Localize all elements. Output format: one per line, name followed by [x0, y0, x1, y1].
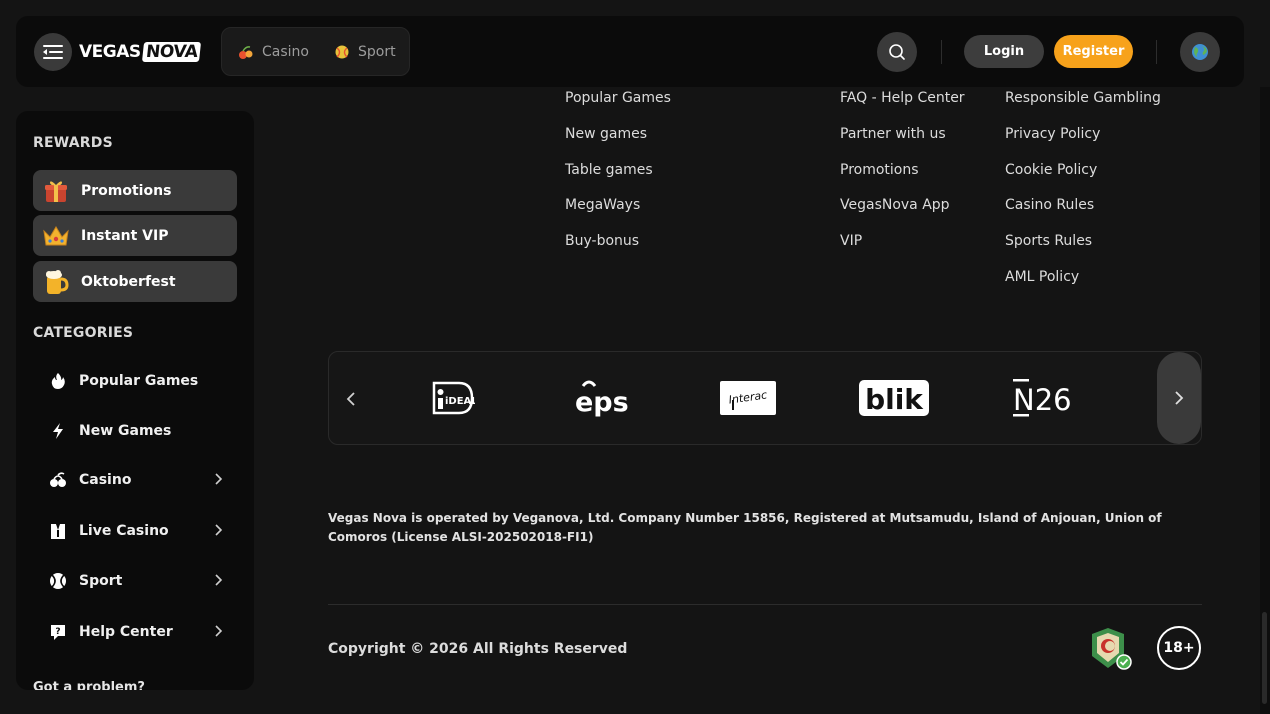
footer-link[interactable]: FAQ - Help Center	[840, 90, 965, 106]
cherries-icon	[45, 471, 71, 489]
ideal-logo: iDEAL	[431, 378, 475, 418]
n26-label: N26	[1013, 383, 1072, 417]
footer-link[interactable]: Partner with us	[840, 126, 946, 142]
footer-link[interactable]: Popular Games	[565, 90, 671, 106]
sidebar-item-sport[interactable]: Sport	[33, 561, 237, 601]
beer-icon	[41, 267, 71, 297]
crown-icon	[41, 221, 71, 251]
copyright-text: Copyright © 2026 All Rights Reserved	[328, 641, 628, 657]
license-seal-icon[interactable]	[1088, 626, 1134, 672]
footer-link[interactable]: AML Policy	[1005, 269, 1079, 285]
carousel-next-button[interactable]	[1157, 352, 1201, 444]
sidebar-item-new-games[interactable]: New Games	[33, 411, 237, 451]
age-restriction-badge: 18+	[1157, 626, 1201, 670]
n26-logo: N26	[1011, 378, 1073, 418]
sidebar-item-instant-vip[interactable]: Instant VIP	[33, 215, 237, 256]
sidebar-item-label: Oktoberfest	[81, 273, 176, 290]
carousel-prev-button[interactable]	[339, 382, 363, 416]
logo-text-nova: NOVA	[141, 42, 202, 62]
chevron-right-icon	[215, 625, 223, 637]
sidebar-item-label: Instant VIP	[81, 227, 169, 244]
gift-icon	[41, 176, 71, 206]
payment-methods-carousel: iDEAL eps Interac blik N26	[328, 351, 1202, 445]
tennis-ball-icon	[335, 45, 349, 58]
rewards-title: REWARDS	[33, 135, 113, 151]
ideal-label: iDEAL	[445, 396, 475, 407]
sidebar-item-label: Casino	[79, 472, 132, 488]
mode-switch: Casino Sport	[221, 27, 410, 76]
chevron-left-icon	[346, 392, 355, 406]
eps-logo: eps	[575, 378, 631, 418]
help-chat-icon: ?	[45, 623, 71, 641]
search-button[interactable]	[877, 32, 917, 72]
chevron-right-icon	[215, 524, 223, 536]
sidebar: REWARDS Promotions Instant VIP Oktoberfe…	[16, 111, 254, 690]
language-button[interactable]	[1180, 32, 1220, 72]
tennis-ball-icon	[45, 572, 71, 590]
footer-link[interactable]: Sports Rules	[1005, 233, 1092, 249]
sidebar-item-live-casino[interactable]: Live Casino	[33, 511, 237, 551]
scrollbar[interactable]	[1262, 612, 1267, 704]
footer-link[interactable]: Promotions	[840, 162, 919, 178]
legal-text: Vegas Nova is operated by Veganova, Ltd.…	[328, 511, 1162, 544]
register-button[interactable]: Register	[1054, 35, 1133, 68]
sidebar-item-label: Help Center	[79, 624, 173, 640]
vegasnova-logo[interactable]: VEGAS NOVA	[79, 38, 202, 66]
divider	[328, 604, 1202, 605]
tab-sport-label: Sport	[358, 43, 396, 60]
sidebar-item-casino[interactable]: Casino	[33, 460, 237, 500]
footer-link[interactable]: Responsible Gambling	[1005, 90, 1161, 106]
logo-text-vegas: VEGAS	[79, 42, 141, 62]
fire-icon	[45, 372, 71, 390]
footer-link[interactable]: MegaWays	[565, 197, 640, 213]
sidebar-item-label: Live Casino	[79, 523, 169, 539]
divider	[1156, 40, 1157, 64]
chevron-right-icon	[1175, 391, 1184, 405]
tab-casino-label: Casino	[262, 43, 309, 60]
sidebar-item-help-center[interactable]: ? Help Center	[33, 612, 237, 652]
blik-label: blik	[865, 383, 924, 416]
login-button[interactable]: Login	[964, 35, 1044, 68]
tab-casino[interactable]: Casino	[238, 44, 309, 60]
svg-text:?: ?	[55, 627, 60, 637]
footer-link[interactable]: VegasNova App	[840, 197, 950, 213]
sidebar-item-oktoberfest[interactable]: Oktoberfest	[33, 261, 237, 302]
search-icon	[889, 44, 905, 60]
sidebar-item-label: Promotions	[81, 182, 172, 199]
categories-title: CATEGORIES	[33, 325, 134, 341]
sidebar-item-label: Sport	[79, 573, 123, 589]
lightning-icon	[45, 422, 71, 440]
footer-link[interactable]: Privacy Policy	[1005, 126, 1100, 142]
chevron-right-icon	[215, 574, 223, 586]
sidebar-item-label: New Games	[79, 423, 172, 439]
chevron-right-icon	[215, 473, 223, 485]
problem-label: Got a problem?	[33, 680, 145, 690]
sidebar-item-promotions[interactable]: Promotions	[33, 170, 237, 211]
dealer-icon	[45, 522, 71, 540]
cherries-icon	[239, 45, 253, 59]
top-header: VEGAS NOVA Casino Sport Login Register	[16, 16, 1244, 87]
globe-icon	[1192, 44, 1208, 60]
blik-logo: blik	[858, 378, 930, 418]
sidebar-item-popular-games[interactable]: Popular Games	[33, 361, 237, 401]
divider	[941, 40, 942, 64]
eps-label: eps	[575, 387, 629, 418]
tab-sport[interactable]: Sport	[334, 44, 396, 60]
footer-link[interactable]: New games	[565, 126, 647, 142]
interac-logo: Interac	[719, 378, 777, 418]
footer-link[interactable]: Buy-bonus	[565, 233, 639, 249]
hamburger-icon	[43, 45, 63, 59]
sidebar-item-label: Popular Games	[79, 373, 199, 389]
footer-link[interactable]: Cookie Policy	[1005, 162, 1097, 178]
footer-link[interactable]: VIP	[840, 233, 862, 249]
footer-link[interactable]: Casino Rules	[1005, 197, 1094, 213]
menu-button[interactable]	[34, 33, 72, 71]
footer-link[interactable]: Table games	[565, 162, 653, 178]
